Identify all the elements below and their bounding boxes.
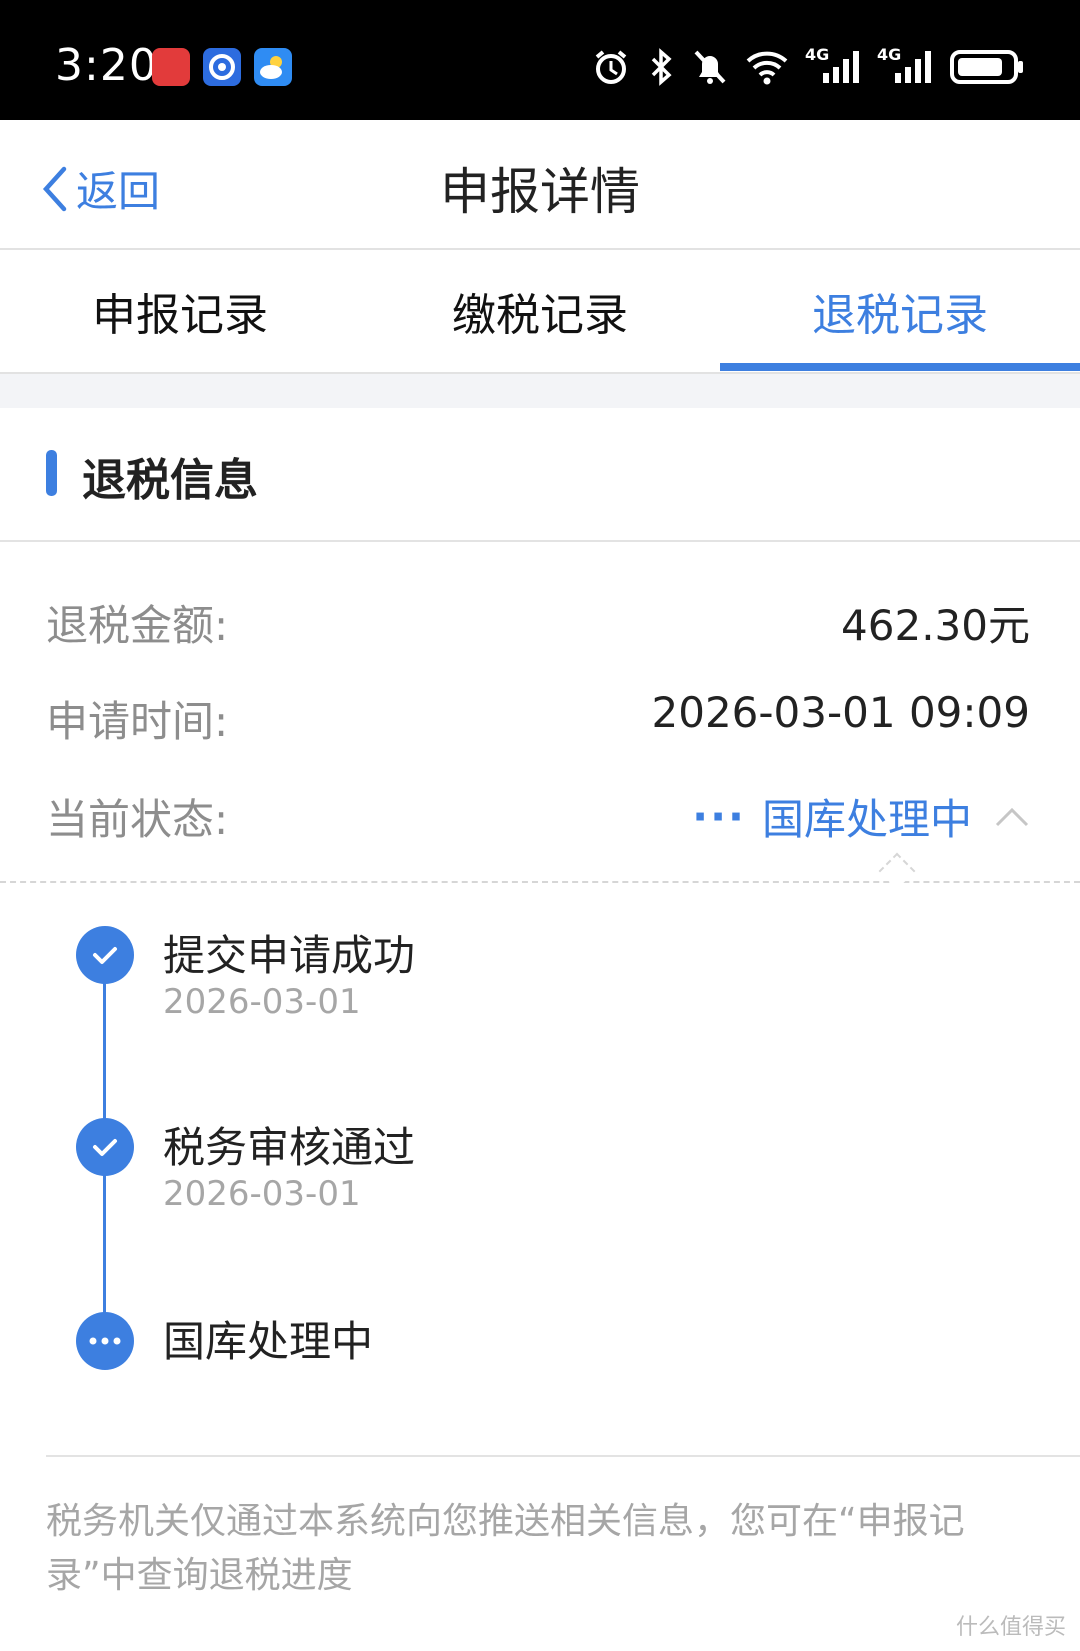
tab-refund-records[interactable]: 退税记录	[720, 250, 1080, 372]
chevron-up-icon	[995, 807, 1029, 826]
battery-icon	[949, 47, 1025, 87]
section-accent-bar	[46, 450, 57, 496]
browser-app-icon	[203, 48, 241, 86]
section-title: 退税信息	[82, 455, 258, 506]
more-dots-icon: ···	[692, 792, 746, 841]
current-status-value: 国库处理中	[761, 795, 972, 844]
timeline-step-date: 2026-03-01	[163, 1174, 361, 1214]
active-tab-indicator	[720, 363, 1080, 371]
tab-declaration-records[interactable]: 申报记录	[0, 250, 360, 372]
status-bar: 3:20 4G 4G	[0, 0, 1080, 120]
tab-tax-payment-records[interactable]: 缴税记录	[360, 250, 720, 372]
timeline-step-title: 税务审核通过	[163, 1123, 416, 1172]
network-label: 4G	[805, 45, 830, 64]
page-title: 申报详情	[440, 163, 640, 221]
current-status-label: 当前状态:	[46, 795, 229, 844]
watermark: 什么值得买	[955, 1615, 1066, 1640]
nav-bar: 返回 申报详情	[0, 120, 1080, 250]
popover-arrow	[878, 852, 916, 890]
dashed-divider	[0, 881, 1080, 883]
apply-time-row: 申请时间: 2026-03-01 09:09	[46, 688, 1030, 748]
check-icon	[76, 926, 134, 984]
section-header: 退税信息	[0, 410, 1080, 542]
tab-label: 申报记录	[92, 290, 268, 341]
more-dots-icon	[76, 1312, 134, 1370]
refund-amount-value: 462.30元	[841, 601, 1030, 650]
status-time: 3:20	[55, 40, 158, 91]
network-label: 4G	[877, 45, 902, 64]
tab-label: 缴税记录	[452, 290, 628, 341]
check-icon	[76, 1118, 134, 1176]
bluetooth-icon	[647, 47, 675, 87]
signal-4g-icon: 4G	[805, 45, 861, 87]
refund-amount-row: 退税金额: 462.30元	[46, 592, 1030, 652]
divider	[46, 1455, 1080, 1457]
timeline-step-title: 国库处理中	[163, 1317, 374, 1366]
tab-label: 退税记录	[812, 290, 988, 341]
footer-note: 税务机关仅通过本系统向您推送相关信息，您可在“申报记录”中查询退税进度	[46, 1501, 965, 1596]
section-gap	[0, 374, 1080, 408]
apply-time-label: 申请时间:	[46, 697, 229, 746]
tab-bar: 申报记录 缴税记录 退税记录	[0, 250, 1080, 374]
alarm-icon	[591, 47, 631, 87]
refund-amount-label: 退税金额:	[46, 601, 229, 650]
wifi-icon	[745, 47, 789, 87]
huawei-app-icon	[152, 48, 190, 86]
weather-app-icon	[254, 48, 292, 86]
mute-icon	[691, 47, 729, 87]
timeline-step-title: 提交申请成功	[163, 931, 416, 980]
status-toggle[interactable]: ··· 国库处理中	[692, 786, 1030, 847]
timeline-step-date: 2026-03-01	[163, 982, 361, 1022]
apply-time-value: 2026-03-01 09:09	[651, 688, 1030, 737]
signal-4g-icon: 4G	[877, 45, 933, 87]
